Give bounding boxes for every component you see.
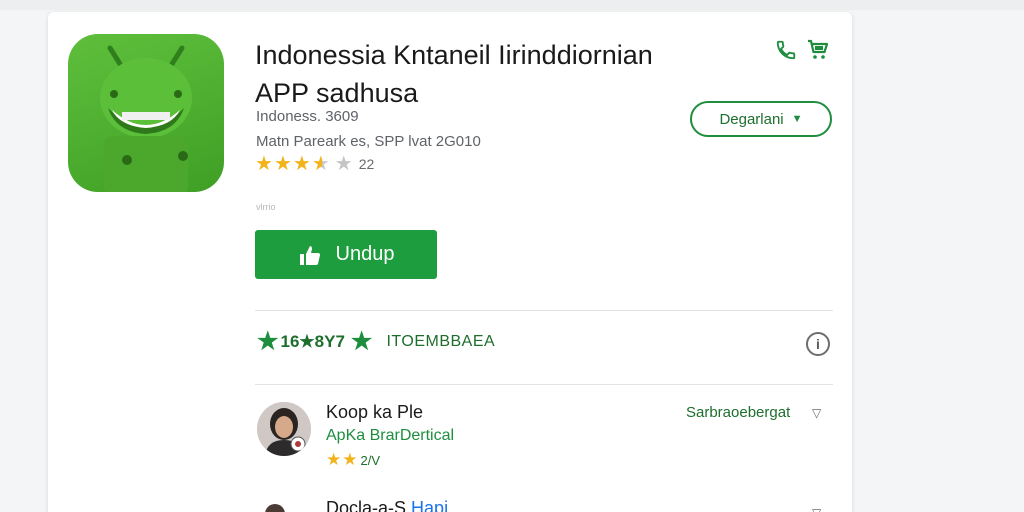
stats-row: ★ 16★8Y7 ★ ITOEMBBAEA xyxy=(257,330,495,354)
review-item: Koop ka Ple ApKa BrarDertical ★ ★ 2/V Sa… xyxy=(255,402,835,472)
app-meta-developer: Indoness. 3609 xyxy=(256,108,359,125)
star-filled-icon: ★ xyxy=(255,153,273,175)
review-author: Docla-a-S Hapi xyxy=(326,498,448,512)
app-meta-details: Matn Pareark es, SPP lvat 2G010 xyxy=(256,133,481,150)
cart-icon-graphic xyxy=(808,39,829,59)
chevron-down-icon: ▼ xyxy=(791,113,803,125)
avatar-graphic xyxy=(257,402,311,456)
stats-label: ITOEMBBAEA xyxy=(386,333,496,350)
review-author-name: Docla-a-S xyxy=(326,498,407,512)
star-filled-icon: ★ xyxy=(342,450,358,469)
phone-icon-graphic xyxy=(776,40,796,60)
star-half-icon: ★ xyxy=(311,153,330,175)
review-item: Docla-a-S Hapi ▽ xyxy=(255,498,835,512)
review-rating-value: 2/V xyxy=(360,452,381,468)
app-title-line1: Indonessia Kntaneil Iirinddiornian xyxy=(255,40,653,70)
install-button-label: Undup xyxy=(335,243,395,265)
review-rating: ★ ★ 2/V xyxy=(326,450,380,470)
chevron-down-icon[interactable]: ▽ xyxy=(812,506,821,512)
star-filled-icon: ★ xyxy=(292,153,311,175)
divider xyxy=(255,310,833,311)
review-author: Koop ka Ple xyxy=(326,402,424,422)
star-empty-icon: ★ xyxy=(334,153,353,175)
info-icon[interactable]: i xyxy=(806,332,830,356)
review-author-link[interactable]: Hapi xyxy=(411,498,448,512)
shopping-cart-icon[interactable] xyxy=(804,36,832,64)
review-subtitle: ApKa BrarDertical xyxy=(326,427,455,444)
thumbs-up-icon xyxy=(299,245,320,265)
stats-value: 16★8Y7 xyxy=(280,332,345,351)
app-details-card: Indonessia Kntaneil Iirinddiornian APP s… xyxy=(48,12,852,512)
avatar[interactable] xyxy=(265,504,285,512)
app-title-line2: APP sadhusa xyxy=(255,78,419,108)
dropdown-button[interactable]: Degarlani ▼ xyxy=(690,101,832,137)
dropdown-button-label: Degarlani xyxy=(719,110,784,128)
green-star-icon: ★ xyxy=(257,328,279,355)
app-title: Indonessia Kntaneil Iirinddiornian APP s… xyxy=(255,36,755,112)
rating-count: 22 xyxy=(358,156,375,172)
install-button[interactable]: Undup xyxy=(255,230,437,279)
divider xyxy=(255,384,833,385)
phone-icon[interactable] xyxy=(772,36,800,64)
green-star-icon: ★ xyxy=(350,328,373,355)
tiny-caption: vlrrio xyxy=(256,202,276,212)
app-icon-graphic xyxy=(100,45,192,192)
chevron-down-icon[interactable]: ▽ xyxy=(812,406,821,420)
star-filled-icon: ★ xyxy=(273,153,292,175)
app-rating: ★ ★ ★ ★ ★ 22 xyxy=(255,154,374,174)
top-bar xyxy=(0,0,1024,10)
star-filled-icon: ★ xyxy=(326,450,342,469)
android-robot-icon[interactable] xyxy=(68,34,224,192)
review-action-link[interactable]: Sarbraoebergat xyxy=(686,404,790,421)
avatar[interactable] xyxy=(257,402,311,456)
